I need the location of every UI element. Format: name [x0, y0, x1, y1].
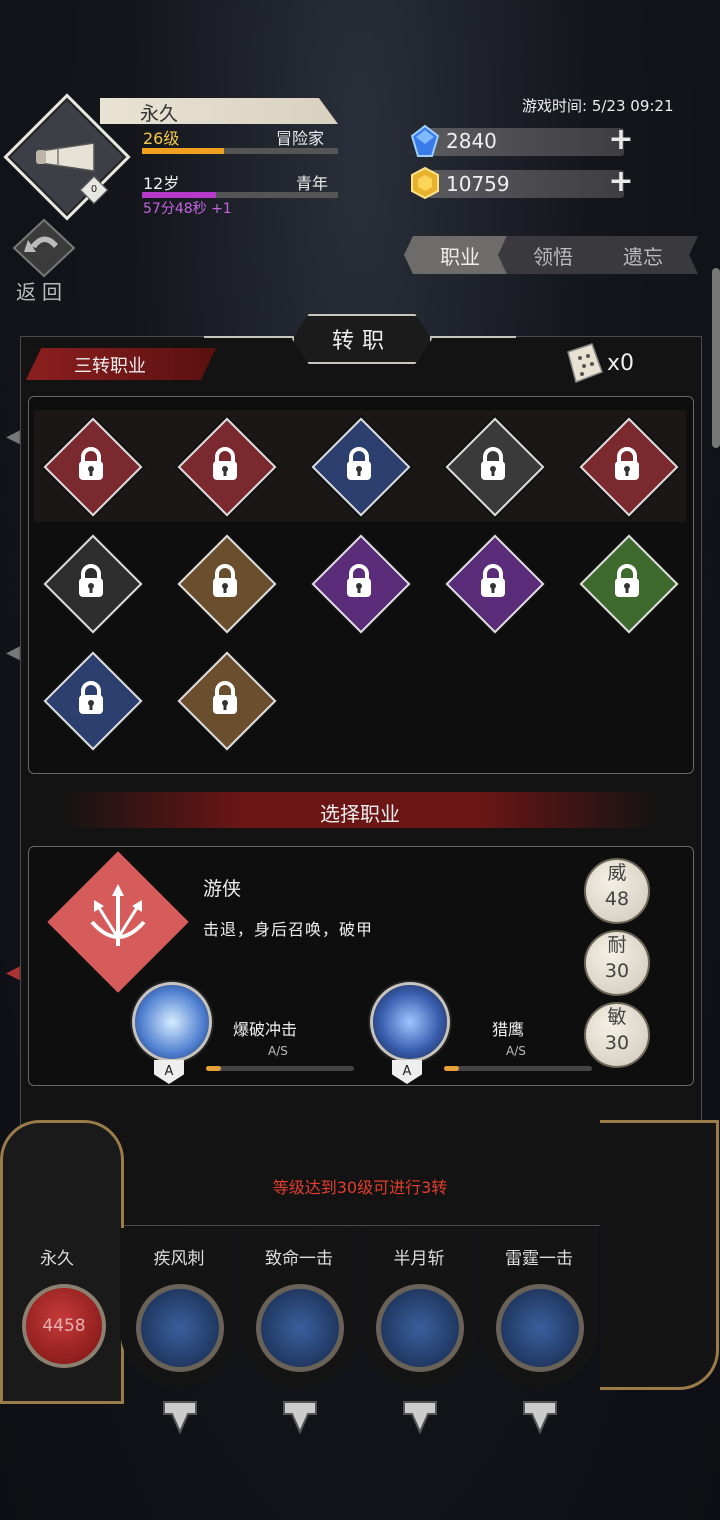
stat-agility: 敏 30: [584, 1002, 650, 1068]
arrow-down-icon[interactable]: [280, 1398, 320, 1436]
back-button[interactable]: 返回: [16, 276, 68, 305]
skill-slot-icon: [136, 1284, 224, 1372]
chevron-left-icon: ◀: [6, 642, 20, 663]
job-option[interactable]: [310, 414, 411, 517]
job-option[interactable]: [176, 648, 277, 751]
hero-name: 永久: [40, 1249, 74, 1269]
lock-icon: [475, 563, 511, 599]
stat-endurance: 耐 30: [584, 930, 650, 996]
scroll-count: x0: [607, 351, 635, 376]
player-stage: 青年: [296, 174, 329, 193]
job-option[interactable]: [42, 414, 143, 517]
trident-icon: [90, 884, 146, 946]
lock-icon: [207, 446, 243, 482]
lock-icon: [475, 446, 511, 482]
scroll-icon: [567, 343, 603, 383]
skill-rank: A/S: [506, 1044, 526, 1058]
empty-slot[interactable]: [600, 1120, 719, 1390]
job-option[interactable]: [42, 648, 143, 751]
skill-slot-icon: [256, 1284, 344, 1372]
stat-power: 威 48: [584, 858, 650, 924]
skill-slot-icon: [496, 1284, 584, 1372]
job-option[interactable]: [176, 531, 277, 634]
class-description: 击退，身后召唤，破甲: [203, 920, 374, 939]
panel-title: 转职: [292, 314, 432, 364]
arrow-down-icon[interactable]: [160, 1398, 200, 1436]
name-plate: [100, 98, 338, 124]
skill-slot-1[interactable]: 疾风刺: [120, 1228, 238, 1388]
skill-progress-bar: [444, 1066, 592, 1071]
lock-icon: [207, 563, 243, 599]
game-time: 游戏时间: 5/23 09:21: [522, 97, 674, 115]
gem-icon: [410, 124, 440, 157]
hp-orb: 4458: [22, 1284, 106, 1368]
player-name: 永久: [140, 103, 179, 125]
job-option[interactable]: [310, 531, 411, 634]
skill-blast-icon[interactable]: [132, 982, 212, 1062]
skill-progress-bar: [206, 1066, 354, 1071]
lock-icon: [341, 446, 377, 482]
skill-falcon-icon[interactable]: [370, 982, 450, 1062]
select-job-label: 选择职业: [320, 802, 400, 826]
skill-slot-3[interactable]: 半月斩: [360, 1228, 478, 1388]
job-option[interactable]: [176, 414, 277, 517]
skill-name: 爆破冲击: [233, 1020, 298, 1039]
player-job: 冒险家: [276, 129, 325, 148]
job-option[interactable]: [42, 531, 143, 634]
chevron-left-icon: ◀: [6, 426, 20, 447]
tier-label: 三转职业: [74, 356, 146, 377]
skill-slot-2[interactable]: 致命一击: [240, 1228, 358, 1388]
skill-slot-4[interactable]: 雷霆一击: [480, 1228, 598, 1388]
skill-slot-icon: [376, 1284, 464, 1372]
gold-icon: [411, 166, 439, 200]
add-gems-button[interactable]: +: [608, 125, 634, 155]
class-name: 游侠: [203, 878, 242, 900]
gem-count: 2840: [446, 129, 497, 153]
tab-forget[interactable]: 遗忘: [588, 236, 698, 274]
spyglass-icon: [36, 142, 95, 172]
player-age: 12岁: [143, 174, 180, 193]
add-gold-button[interactable]: +: [608, 167, 634, 197]
level-progress-bar: [142, 148, 338, 154]
lock-icon: [609, 446, 645, 482]
lock-icon: [73, 563, 109, 599]
player-level: 26级: [143, 129, 180, 148]
age-timer: 57分48秒 +1: [143, 201, 232, 217]
lock-icon: [609, 563, 645, 599]
arrow-down-icon[interactable]: [400, 1398, 440, 1436]
lock-icon: [73, 680, 109, 716]
job-option[interactable]: [444, 531, 545, 634]
skill-rank: A/S: [268, 1044, 288, 1058]
lock-icon: [341, 563, 377, 599]
job-option[interactable]: [444, 414, 545, 517]
lock-icon: [73, 446, 109, 482]
back-icon[interactable]: [10, 218, 78, 278]
job-option[interactable]: [578, 531, 679, 634]
arrow-down-icon[interactable]: [520, 1398, 560, 1436]
gold-count: 10759: [446, 172, 510, 196]
lock-icon: [207, 680, 243, 716]
skill-name: 猎鹰: [492, 1020, 525, 1039]
job-option[interactable]: [578, 414, 679, 517]
chevron-left-icon: ◀: [6, 962, 20, 983]
scrollbar[interactable]: [712, 268, 720, 448]
